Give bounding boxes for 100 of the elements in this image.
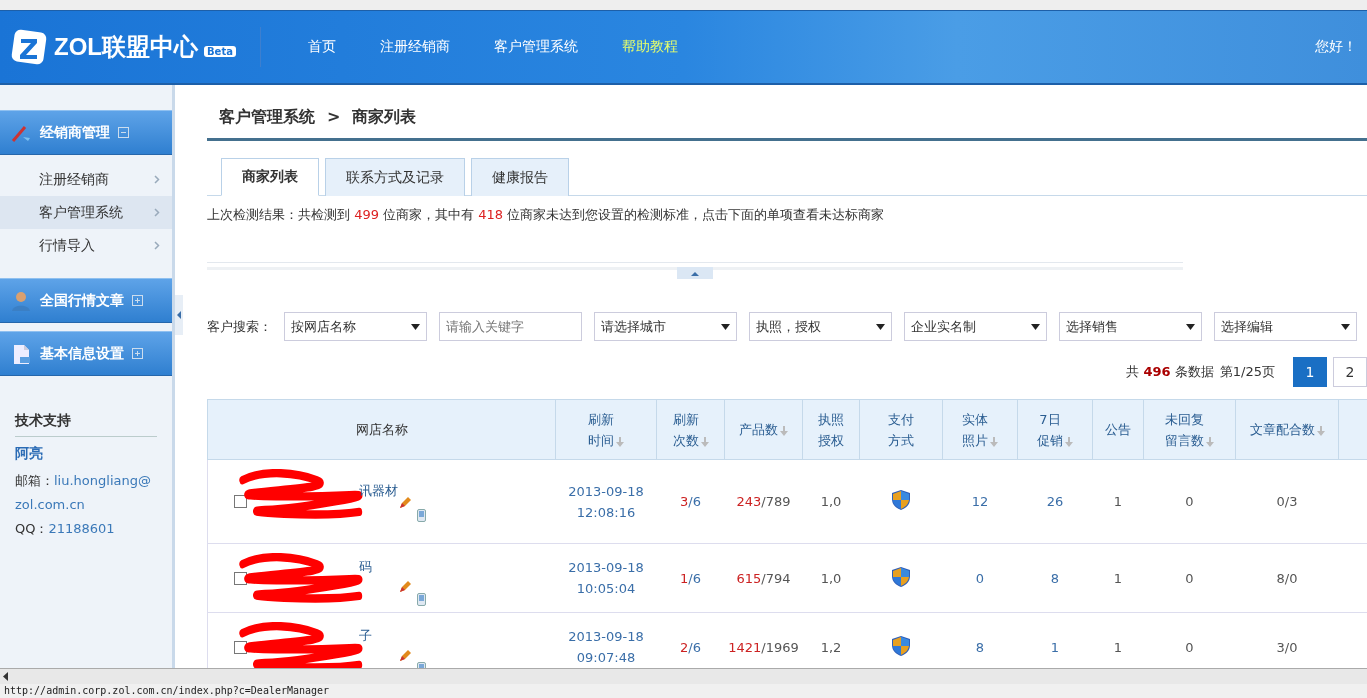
- record-count: 共 496 条数据: [1126, 363, 1214, 381]
- breadcrumb-item[interactable]: 客户管理系统: [219, 107, 315, 128]
- breadcrumb-separator: >: [327, 107, 341, 128]
- search-label: 客户搜索：: [207, 317, 272, 336]
- caret-icon: [1341, 323, 1350, 330]
- chevron-icon: [154, 241, 160, 250]
- sidebar-item[interactable]: 客户管理系统: [0, 196, 172, 229]
- license-status: 1,0: [820, 494, 842, 509]
- sort-arrow-icon: [1206, 436, 1214, 447]
- nav-link[interactable]: 首页: [286, 38, 358, 56]
- search-field[interactable]: 请输入关键字: [439, 312, 582, 341]
- sort-arrow-icon: [780, 426, 788, 436]
- tab[interactable]: 商家列表: [221, 158, 319, 196]
- nav-link[interactable]: 注册经销商: [358, 38, 472, 56]
- refresh-time: 2013-09-18 09:07:48: [567, 628, 645, 667]
- person-icon: [10, 289, 32, 312]
- shield-icon: [892, 490, 910, 510]
- notice-count: 1: [1113, 639, 1123, 655]
- dropdown[interactable]: 执照，授权: [749, 312, 892, 341]
- promo-count: 1: [1050, 639, 1060, 655]
- column-header: 公告: [1092, 399, 1144, 460]
- pencil-icon: [399, 497, 411, 509]
- tab[interactable]: 联系方式及记录: [325, 158, 465, 196]
- chevron-icon: [154, 175, 160, 184]
- caret-up-icon: [691, 270, 699, 276]
- column-header[interactable]: 刷新 次数: [656, 399, 725, 460]
- tab[interactable]: 健康报告: [471, 158, 569, 196]
- promo-count: 26: [1046, 494, 1064, 509]
- column-header[interactable]: 刷新 时间: [555, 399, 657, 460]
- phone-icon: [417, 509, 426, 522]
- support-qq: QQ：21188601: [15, 520, 116, 538]
- caret-icon: [721, 323, 730, 330]
- sidebar-item[interactable]: 行情导入: [0, 229, 172, 262]
- sort-arrow-icon: [1065, 436, 1073, 447]
- status-url: http://admin.corp.zol.com.cn/index.php?c=DealerManager: [0, 684, 1367, 698]
- nav-link[interactable]: 客户管理系统: [472, 38, 600, 56]
- sort-arrow-icon: [700, 436, 709, 447]
- column-header[interactable]: 未回复 留言数: [1143, 399, 1236, 460]
- sidebar-collapse-handle[interactable]: [175, 295, 183, 335]
- support-email: 邮箱：liu.hongliang@zol.com.cn: [15, 472, 152, 514]
- dropdown[interactable]: 企业实名制: [904, 312, 1047, 341]
- photo-count: 12: [971, 494, 989, 509]
- collapse-arrow-icon: [176, 311, 182, 319]
- dropdown[interactable]: 选择销售: [1059, 312, 1202, 341]
- unreplied-count: 0: [1185, 639, 1194, 655]
- page-button[interactable]: 2: [1333, 357, 1367, 387]
- shop-name[interactable]: 讯器材: [359, 481, 398, 500]
- refresh-time: 2013-09-18 10:05:04: [567, 559, 645, 598]
- product-count: 243/789: [736, 494, 791, 509]
- article-count: 3/0: [1276, 639, 1298, 655]
- notice-text: 上次检测结果：共检测到 499 位商家，其中有 418 位商家未达到您设置的检测标准，点击下面的单项查看未达标商家: [207, 206, 886, 224]
- fold-button[interactable]: [677, 267, 713, 279]
- breadcrumb-item: 商家列表: [352, 107, 417, 128]
- pencil-icon: [399, 581, 411, 593]
- page-button[interactable]: 1: [1293, 357, 1327, 387]
- unreplied-count: 0: [1185, 494, 1194, 509]
- column-header[interactable]: 实体 照片: [942, 399, 1018, 460]
- scroll-left-icon: [3, 672, 9, 681]
- support-name: 阿亮: [15, 445, 44, 463]
- license-status: 1,2: [820, 639, 842, 655]
- caret-icon: [411, 323, 420, 330]
- sort-arrow-icon: [990, 436, 998, 447]
- sidebar-item[interactable]: 注册经销商: [0, 163, 172, 196]
- horizontal-scrollbar[interactable]: [0, 668, 1367, 684]
- shop-name[interactable]: 子: [359, 627, 372, 645]
- dropdown[interactable]: 请选择城市: [594, 312, 737, 341]
- logo-icon: [10, 28, 48, 66]
- checkbox[interactable]: [234, 495, 247, 508]
- unreplied-count: 0: [1185, 570, 1194, 586]
- column-header[interactable]: 产品数: [724, 399, 803, 460]
- license-status: 1,0: [820, 570, 842, 586]
- dropdown[interactable]: 选择编辑: [1214, 312, 1357, 341]
- caret-icon: [1031, 323, 1040, 330]
- sort-arrow-icon: [616, 436, 624, 447]
- promo-count: 8: [1050, 570, 1060, 586]
- shield-icon: [892, 566, 910, 587]
- product-count: 615/794: [736, 570, 791, 586]
- beta-badge: Beta: [204, 46, 236, 57]
- shield-icon: [892, 635, 910, 656]
- photo-count: 0: [975, 570, 985, 586]
- dropdown[interactable]: 按网店名称: [284, 312, 427, 341]
- sort-arrow-icon: [1316, 426, 1325, 436]
- column-header: 网店名称: [207, 399, 556, 460]
- notice-count: 1: [1113, 494, 1123, 509]
- column-header[interactable]: 7日 促销: [1017, 399, 1093, 460]
- column-header: 支付 方式: [859, 399, 943, 460]
- column-header: 执照 授权: [802, 399, 860, 460]
- photo-count: 8: [975, 639, 985, 655]
- article-count: 0/3: [1276, 494, 1298, 509]
- column-header[interactable]: 文章配合数: [1235, 399, 1339, 460]
- phone-icon: [417, 593, 426, 606]
- greeting: 您好！: [1315, 38, 1357, 56]
- shop-name[interactable]: 码: [359, 558, 372, 576]
- refresh-count: 2/6: [680, 639, 701, 655]
- article-count: 8/0: [1276, 570, 1298, 586]
- notice-count: 1: [1113, 570, 1123, 586]
- chevron-icon: [154, 208, 160, 217]
- product-count: 1421/1969: [728, 639, 799, 655]
- refresh-count: 1/6: [680, 570, 701, 586]
- caret-icon: [1186, 323, 1195, 330]
